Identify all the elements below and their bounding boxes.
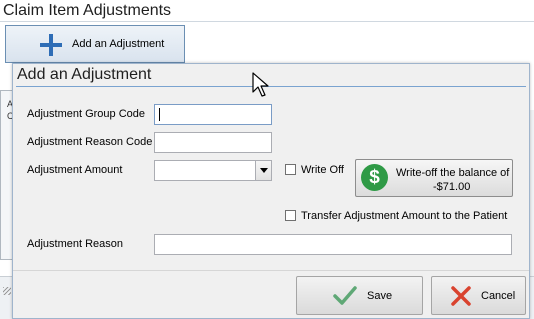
checkmark-icon xyxy=(333,286,357,305)
plus-icon xyxy=(40,34,62,56)
dialog-title: Add an Adjustment xyxy=(17,66,152,83)
write-off-checkbox[interactable] xyxy=(285,164,296,175)
group-code-label: Adjustment Group Code xyxy=(27,108,146,120)
title-divider xyxy=(0,21,534,22)
amount-combobox[interactable] xyxy=(154,160,272,181)
window-title: Claim Item Adjustments xyxy=(3,2,172,19)
write-off-button-line2: -$71.00 xyxy=(433,181,471,193)
chevron-down-icon[interactable] xyxy=(255,161,271,180)
footer-divider xyxy=(13,270,529,271)
cancel-button[interactable]: Cancel xyxy=(431,276,526,315)
add-adjustment-button-label: Add an Adjustment xyxy=(72,38,165,50)
add-adjustment-dialog: Add an Adjustment Adjustment Group Code … xyxy=(12,63,530,319)
write-off-balance-button[interactable]: $ Write-off the balance of -$71.00 xyxy=(355,159,513,197)
transfer-checkbox[interactable] xyxy=(285,210,296,221)
reason-code-label: Adjustment Reason Code xyxy=(27,136,153,148)
adjustment-reason-input[interactable] xyxy=(154,234,512,255)
resize-grip-icon[interactable] xyxy=(3,287,11,295)
save-button[interactable]: Save xyxy=(296,276,423,315)
transfer-label[interactable]: Transfer Adjustment Amount to the Patien… xyxy=(301,210,507,222)
dialog-title-divider xyxy=(16,86,526,87)
amount-label: Adjustment Amount xyxy=(27,164,123,176)
group-code-input[interactable] xyxy=(154,104,272,125)
write-off-button-line1: Write-off the balance of xyxy=(396,167,510,179)
add-adjustment-button[interactable]: Add an Adjustment xyxy=(5,25,185,63)
dollar-icon: $ xyxy=(361,164,388,191)
reason-code-input[interactable] xyxy=(154,132,272,153)
text-caret xyxy=(159,108,160,121)
mouse-pointer-icon xyxy=(252,72,269,97)
x-icon xyxy=(451,286,471,306)
adjustment-reason-label: Adjustment Reason xyxy=(27,238,123,250)
write-off-label[interactable]: Write Off xyxy=(301,164,344,176)
cancel-button-label: Cancel xyxy=(481,290,516,302)
save-button-label: Save xyxy=(367,290,393,302)
